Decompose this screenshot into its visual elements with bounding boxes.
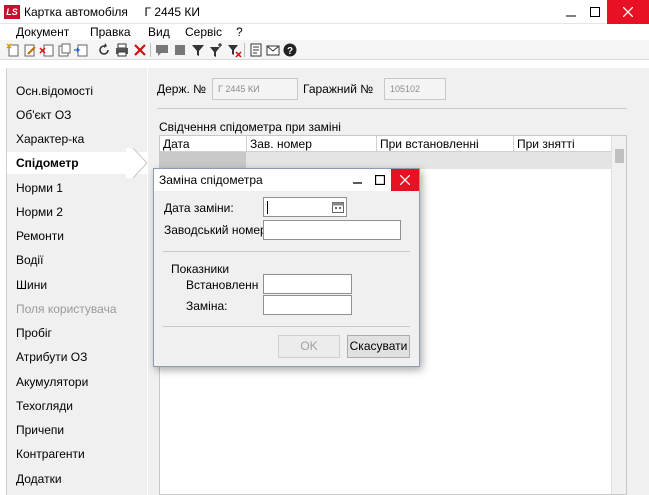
cancel-button[interactable]: Скасувати (347, 335, 410, 358)
column-separator (246, 136, 247, 152)
installed-field[interactable] (263, 274, 352, 294)
replacement-date-field[interactable] (263, 197, 347, 217)
title-bar: LS Картка автомобіля Г 2445 КИ (0, 0, 649, 24)
sidebar-item-main-info[interactable]: Осн.відомості (7, 80, 148, 102)
filter-icon[interactable] (190, 42, 206, 58)
sidebar-item-fixed-asset[interactable]: Об'єкт ОЗ (7, 104, 148, 126)
delete-doc-icon[interactable] (39, 42, 55, 58)
indicators-group-title: Показники (171, 262, 230, 276)
new-icon[interactable] (5, 42, 21, 58)
comment-icon[interactable] (154, 42, 170, 58)
sidebar-item-repairs[interactable]: Ремонти (7, 225, 148, 247)
minimize-button[interactable] (559, 0, 583, 24)
minimize-icon (353, 182, 362, 184)
ok-button[interactable]: OK (278, 335, 340, 358)
refresh-icon[interactable] (96, 42, 112, 58)
svg-text:?: ? (287, 46, 293, 57)
menu-service[interactable]: Сервіс (185, 25, 222, 39)
speedometer-replace-dialog: Заміна спідометра Дата заміни: Заводськи… (153, 168, 420, 367)
maximize-icon (375, 175, 385, 185)
sidebar-item-inspections[interactable]: Техогляди (7, 395, 148, 417)
move-icon[interactable] (73, 42, 89, 58)
sidebar: Осн.відомості Об'єкт ОЗ Характер-ка Спід… (6, 68, 148, 495)
sidebar-item-counterparties[interactable]: Контрагенти (7, 443, 148, 465)
menu-help[interactable]: ? (236, 25, 243, 39)
print-icon[interactable] (114, 42, 130, 58)
menu-view[interactable]: Вид (148, 25, 170, 39)
sidebar-item-characteristics[interactable]: Характер-ка (7, 128, 148, 150)
vertical-scrollbar[interactable] (611, 136, 626, 494)
help-icon[interactable]: ? (282, 42, 298, 58)
toolbar-separator (150, 43, 151, 57)
sidebar-item-norms-2[interactable]: Норми 2 (7, 201, 148, 223)
column-header-serial[interactable]: Зав. номер (250, 137, 312, 151)
sidebar-item-trailers[interactable]: Причепи (7, 419, 148, 441)
state-number-label: Держ. № (157, 82, 207, 96)
speedometer-table-title: Свідчення спідометра при заміні (159, 120, 341, 134)
garage-number-label: Гаражний № (303, 82, 374, 96)
properties-icon[interactable] (248, 42, 264, 58)
replacement-label: Заміна: (186, 299, 228, 313)
dialog-title: Заміна спідометра (159, 173, 263, 187)
sidebar-item-mileage[interactable]: Пробіг (7, 322, 148, 344)
serial-number-field[interactable] (263, 220, 401, 240)
sidebar-item-asset-attributes[interactable]: Атрибути ОЗ (7, 346, 148, 368)
dialog-divider (163, 251, 410, 252)
copy-icon[interactable] (56, 42, 72, 58)
selected-cell[interactable] (160, 152, 246, 169)
sidebar-item-batteries[interactable]: Акумулятори (7, 371, 148, 393)
scrollbar-thumb[interactable] (615, 149, 624, 163)
sidebar-item-attachments[interactable]: Додатки (7, 468, 148, 490)
column-header-installed[interactable]: При встановленні (380, 137, 479, 151)
dialog-title-bar: Заміна спідометра (154, 169, 419, 191)
dialog-divider (163, 326, 410, 327)
sidebar-item-tires[interactable]: Шини (7, 274, 148, 296)
maximize-icon (590, 7, 600, 17)
menu-bar: Документ Правка Вид Сервіс ? (0, 24, 649, 40)
sidebar-item-drivers[interactable]: Водії (7, 249, 148, 271)
menu-document[interactable]: Документ (16, 25, 69, 39)
mail-icon[interactable] (265, 42, 281, 58)
active-tab-pointer (126, 148, 148, 178)
dialog-close-button[interactable] (391, 169, 419, 191)
window-title: Картка автомобіля Г 2445 КИ (24, 5, 201, 19)
dialog-maximize-button[interactable] (369, 169, 391, 191)
close-icon (623, 7, 633, 17)
table-header: Дата Зав. номер При встановленні При зня… (160, 136, 612, 152)
calendar-icon[interactable] (332, 201, 344, 213)
edit-icon[interactable] (22, 42, 38, 58)
filter-clear-icon[interactable] (226, 42, 242, 58)
column-separator (513, 136, 514, 152)
menu-edit[interactable]: Правка (90, 25, 131, 39)
sidebar-item-norms-1[interactable]: Норми 1 (7, 177, 148, 199)
column-header-removed[interactable]: При знятті (517, 137, 575, 151)
filter-add-icon[interactable] (208, 42, 224, 58)
close-icon (400, 175, 410, 185)
toolbar-separator (244, 43, 245, 57)
state-number-field: Г 2445 КИ (212, 78, 298, 100)
toolbar: ? (0, 40, 649, 60)
serial-number-label: Заводський номер (164, 223, 263, 237)
block-icon[interactable] (172, 42, 188, 58)
column-header-date[interactable]: Дата (163, 137, 190, 151)
close-button[interactable] (607, 0, 649, 24)
delete-icon[interactable] (132, 42, 148, 58)
text-caret (267, 201, 268, 214)
sidebar-item-user-fields: Поля користувача (16, 302, 117, 316)
table-row[interactable] (160, 152, 612, 169)
app-logo: LS (4, 5, 20, 19)
column-separator (376, 136, 377, 152)
dialog-minimize-button[interactable] (347, 169, 369, 191)
garage-number-field: 105102 (384, 78, 446, 100)
replacement-date-label: Дата заміни: (164, 201, 234, 215)
maximize-button[interactable] (583, 0, 607, 24)
divider (157, 108, 627, 109)
installed-label: Встановлення (186, 278, 258, 292)
replacement-field[interactable] (263, 295, 352, 315)
minimize-icon (566, 15, 576, 17)
